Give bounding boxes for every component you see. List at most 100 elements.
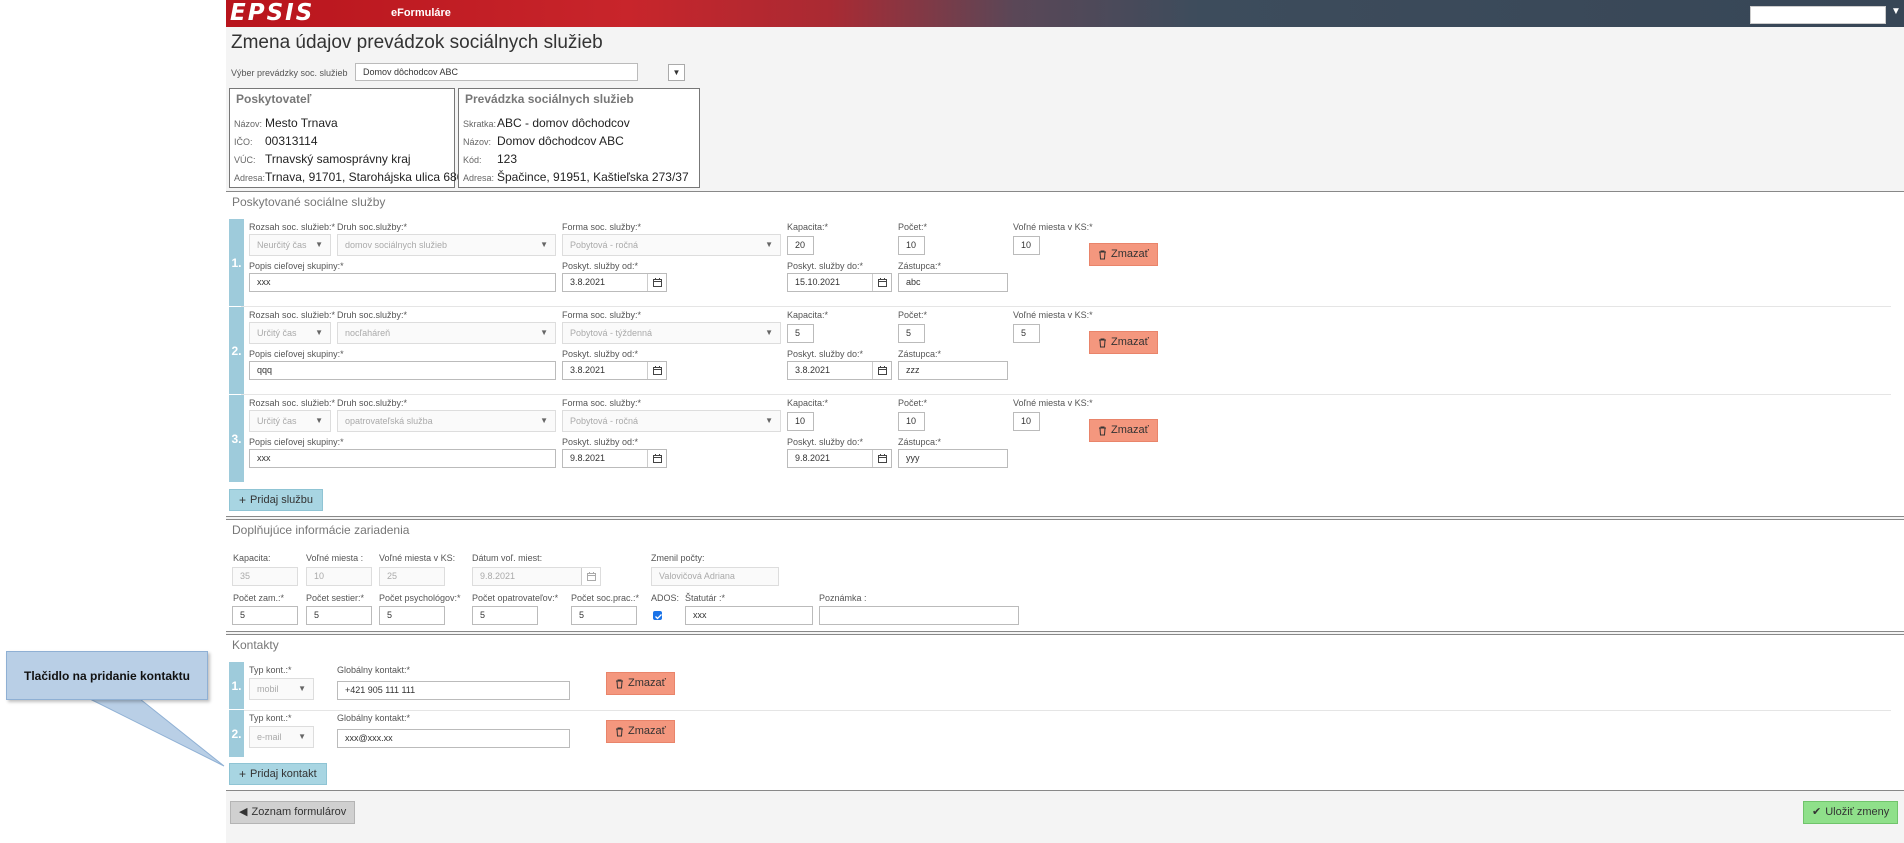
delete-service-button[interactable]: Zmazať xyxy=(1089,331,1158,354)
from-date-input[interactable]: 3.8.2021 xyxy=(562,361,667,380)
free-total-input[interactable]: 10 xyxy=(306,567,372,586)
free-places-input[interactable]: 10 xyxy=(1013,412,1040,431)
rep-label: Zástupca:* xyxy=(898,349,942,359)
capacity-label: Kapacita:* xyxy=(787,398,829,408)
app-frame: EPSIS eFormuláre ▼ Zmena údajov prevádzo… xyxy=(226,0,1904,843)
total-capacity-input[interactable]: 35 xyxy=(232,567,298,586)
global-contact-input[interactable]: xxx@xxx.xx xyxy=(337,729,570,748)
statutar-input[interactable]: xxx xyxy=(685,606,813,625)
page-title: Zmena údajov prevádzok sociálnych služie… xyxy=(231,32,603,53)
delete-contact-button[interactable]: Zmazať xyxy=(606,672,675,695)
calendar-icon[interactable] xyxy=(872,450,891,467)
services-section: Poskytované sociálne služby 1. Rozsah so… xyxy=(226,191,1904,517)
contact-type-value: mobil xyxy=(257,684,279,694)
type-label: Druh soc.služby:* xyxy=(337,222,408,232)
ados-checkbox[interactable] xyxy=(653,611,662,620)
count-input[interactable]: 10 xyxy=(898,412,925,431)
type-value: opatrovateľská služba xyxy=(345,416,433,426)
changed-by-label: Zmenil počty: xyxy=(651,553,705,563)
form-select[interactable]: Pobytová - týždenná ▼ xyxy=(562,322,781,344)
type-select[interactable]: domov sociálnych služieb ▼ xyxy=(337,234,556,256)
free-total-label: Voľné miesta : xyxy=(306,553,364,563)
calendar-icon[interactable] xyxy=(872,274,891,291)
facility-select-label: Výber prevádzky soc. služieb xyxy=(231,68,348,78)
trash-icon xyxy=(616,727,623,736)
free-ks-input[interactable]: 25 xyxy=(379,567,445,586)
calendar-icon[interactable] xyxy=(647,450,666,467)
from-date-input[interactable]: 9.8.2021 xyxy=(562,449,667,468)
target-group-input[interactable]: xxx xyxy=(249,449,556,468)
calendar-icon[interactable] xyxy=(872,362,891,379)
count-input[interactable]: 5 xyxy=(898,324,925,343)
calendar-icon[interactable] xyxy=(647,362,666,379)
top-bar: EPSIS eFormuláre ▼ xyxy=(226,0,1904,27)
facility-select-dropdown-button[interactable]: ▼ xyxy=(668,64,685,81)
target-group-input[interactable]: xxx xyxy=(249,273,556,292)
capacity-input[interactable]: 5 xyxy=(787,324,814,343)
nurses-input[interactable]: 5 xyxy=(306,606,372,625)
scope-select[interactable]: Určitý čas ▼ xyxy=(249,322,331,344)
epsis-logo[interactable]: EPSIS xyxy=(230,1,314,26)
target-group-input[interactable]: qqq xyxy=(249,361,556,380)
free-date-value: 9.8.2021 xyxy=(480,571,516,581)
type-label: Druh soc.služby:* xyxy=(337,310,408,320)
scope-select[interactable]: Určitý čas ▼ xyxy=(249,410,331,432)
caregivers-label: Počet opatrovateľov:* xyxy=(472,593,559,603)
calendar-icon[interactable] xyxy=(647,274,666,291)
employees-input[interactable]: 5 xyxy=(232,606,298,625)
psychologists-input[interactable]: 5 xyxy=(379,606,445,625)
count-input[interactable]: 10 xyxy=(898,236,925,255)
type-label: Druh soc.služby:* xyxy=(337,398,408,408)
type-value: nocľaháreň xyxy=(345,328,391,338)
chevron-down-icon: ▼ xyxy=(540,328,548,337)
from-date-input[interactable]: 3.8.2021 xyxy=(562,273,667,292)
facility-name-label: Názov: xyxy=(463,137,492,147)
nurses-label: Počet sestier:* xyxy=(306,593,365,603)
caregivers-input[interactable]: 5 xyxy=(472,606,538,625)
form-select[interactable]: Pobytová - ročná ▼ xyxy=(562,234,781,256)
to-date-input[interactable]: 9.8.2021 xyxy=(787,449,892,468)
form-select[interactable]: Pobytová - ročná ▼ xyxy=(562,410,781,432)
free-places-input[interactable]: 5 xyxy=(1013,324,1040,343)
representative-input[interactable]: abc xyxy=(898,273,1008,292)
form-list-button[interactable]: ◀ Zoznam formulárov xyxy=(230,801,356,824)
chevron-down-icon: ▼ xyxy=(765,416,773,425)
count-label: Počet:* xyxy=(898,310,928,320)
contacts-section: Kontakty 1. Typ kont.:* Globálny kontakt… xyxy=(226,634,1904,791)
global-contact-input[interactable]: +421 905 111 111 xyxy=(337,681,570,700)
free-places-input[interactable]: 10 xyxy=(1013,236,1040,255)
add-service-button[interactable]: + Pridaj službu xyxy=(229,489,323,511)
top-user-field[interactable] xyxy=(1750,6,1886,24)
extra-info-section: Doplňujúce informácie zariadenia Kapacit… xyxy=(226,519,1904,632)
user-menu-caret-icon[interactable]: ▼ xyxy=(1891,6,1901,17)
scope-select[interactable]: Neurčitý čas ▼ xyxy=(249,234,331,256)
contact-type-select[interactable]: e-mail ▼ xyxy=(249,726,314,748)
save-changes-button[interactable]: ✔ Uložiť zmeny xyxy=(1803,801,1899,824)
contact-type-select[interactable]: mobil ▼ xyxy=(249,678,314,700)
type-select[interactable]: opatrovateľská služba ▼ xyxy=(337,410,556,432)
to-date-input[interactable]: 15.10.2021 xyxy=(787,273,892,292)
free-date-input[interactable]: 9.8.2021 xyxy=(472,567,601,586)
provider-vuc-value: Trnavský samosprávny kraj xyxy=(265,152,411,166)
calendar-icon[interactable] xyxy=(581,568,600,585)
delete-service-button[interactable]: Zmazať xyxy=(1089,419,1158,442)
note-input[interactable] xyxy=(819,606,1019,625)
scope-value: Určitý čas xyxy=(257,416,297,426)
type-select[interactable]: nocľaháreň ▼ xyxy=(337,322,556,344)
capacity-input[interactable]: 10 xyxy=(787,412,814,431)
to-date-input[interactable]: 3.8.2021 xyxy=(787,361,892,380)
capacity-input[interactable]: 20 xyxy=(787,236,814,255)
check-icon xyxy=(655,614,662,620)
facility-short-value: ABC - domov dôchodcov xyxy=(497,116,630,130)
facility-select[interactable]: Domov dôchodcov ABC xyxy=(355,63,638,81)
target-label: Popis cieľovej skupiny:* xyxy=(249,437,344,447)
service-row: 3. Rozsah soc. služieb:* Druh soc.služby… xyxy=(229,395,1899,482)
representative-input[interactable]: yyy xyxy=(898,449,1008,468)
add-contact-button[interactable]: + Pridaj kontakt xyxy=(229,763,327,785)
delete-service-button[interactable]: Zmazať xyxy=(1089,243,1158,266)
social-workers-input[interactable]: 5 xyxy=(571,606,637,625)
changed-by-input[interactable]: Valovičová Adriana xyxy=(651,567,779,586)
chevron-down-icon: ▼ xyxy=(298,684,306,693)
representative-input[interactable]: zzz xyxy=(898,361,1008,380)
delete-contact-button[interactable]: Zmazať xyxy=(606,720,675,743)
